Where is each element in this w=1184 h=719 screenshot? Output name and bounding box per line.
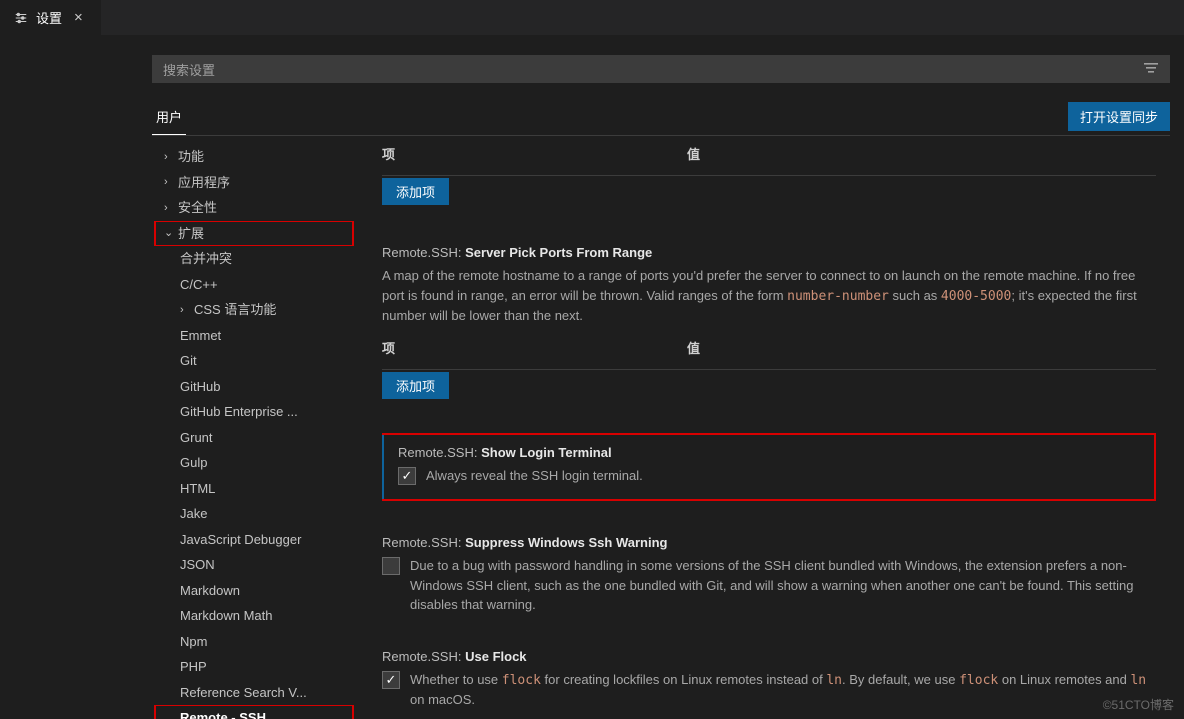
- watermark: ©51CTO博客: [1103, 696, 1174, 713]
- tree-item-npm[interactable]: Npm: [152, 629, 362, 655]
- tree-item-applications[interactable]: ›应用程序: [152, 170, 362, 196]
- divider: [382, 369, 1156, 370]
- filter-icon[interactable]: [1143, 61, 1159, 77]
- checkbox-checked[interactable]: ✓: [398, 467, 416, 485]
- scope-tabs: 用户: [152, 101, 202, 135]
- settings-tree: ›功能 ›应用程序 ›安全性 ⌄扩展 合并冲突 C/C++ ›CSS 语言功能 …: [152, 142, 362, 719]
- setting-title: Remote.SSH: Use Flock: [382, 649, 1156, 664]
- tab-settings[interactable]: 设置 ×: [0, 0, 101, 35]
- tree-item-features[interactable]: ›功能: [152, 144, 362, 170]
- checkbox-unchecked[interactable]: ✓: [382, 557, 400, 575]
- setting-show-login-terminal: Remote.SSH: Show Login Terminal ✓ Always…: [382, 433, 1156, 502]
- tab-title: 设置: [36, 8, 62, 27]
- tree-item-gulp[interactable]: Gulp: [152, 450, 362, 476]
- chevron-down-icon: ⌄: [164, 225, 178, 242]
- setting-checkbox-row: ✓ Always reveal the SSH login terminal.: [398, 466, 1140, 486]
- close-icon[interactable]: ×: [70, 7, 87, 28]
- kv-table-header: 项 值: [382, 142, 1156, 169]
- search-input[interactable]: 搜索设置: [152, 55, 1170, 83]
- chevron-right-icon: ›: [164, 200, 178, 217]
- tree-item-json[interactable]: JSON: [152, 552, 362, 578]
- tree-item-grunt[interactable]: Grunt: [152, 425, 362, 451]
- tree-item-merge-conflict[interactable]: 合并冲突: [152, 246, 362, 272]
- setting-checkbox-row: ✓ Whether to use flock for creating lock…: [382, 670, 1156, 710]
- setting-title: Remote.SSH: Server Pick Ports From Range: [382, 245, 1156, 260]
- setting-title: Remote.SSH: Show Login Terminal: [398, 445, 1140, 460]
- setting-use-flock: Remote.SSH: Use Flock ✓ Whether to use f…: [382, 649, 1156, 710]
- chevron-right-icon: ›: [164, 174, 178, 191]
- kv-col-value: 值: [687, 338, 1156, 357]
- tree-item-security[interactable]: ›安全性: [152, 195, 362, 221]
- chevron-right-icon: ›: [180, 302, 194, 319]
- tree-item-github-enterprise[interactable]: GitHub Enterprise ...: [152, 399, 362, 425]
- tree-item-css[interactable]: ›CSS 语言功能: [152, 297, 362, 323]
- tree-item-remote-ssh[interactable]: Remote - SSH: [152, 705, 362, 719]
- search-placeholder: 搜索设置: [163, 60, 215, 79]
- kv-col-item: 项: [382, 338, 687, 357]
- chevron-right-icon: ›: [164, 149, 178, 166]
- scope-tab-user[interactable]: 用户: [152, 101, 186, 135]
- settings-editor: 搜索设置 用户 打开设置同步 ›功能 ›应用程序 ›安全性 ⌄扩展 合并冲突 C…: [0, 35, 1184, 719]
- tree-item-js-debugger[interactable]: JavaScript Debugger: [152, 527, 362, 553]
- setting-checkbox-row: ✓ Due to a bug with password handling in…: [382, 556, 1156, 615]
- kv-col-item: 项: [382, 144, 687, 163]
- setting-server-pick-ports: Remote.SSH: Server Pick Ports From Range…: [382, 245, 1156, 405]
- divider: [382, 175, 1156, 176]
- tree-item-jake[interactable]: Jake: [152, 501, 362, 527]
- tree-item-extensions[interactable]: ⌄扩展: [152, 221, 362, 247]
- tree-item-emmet[interactable]: Emmet: [152, 323, 362, 349]
- add-item-button[interactable]: 添加项: [382, 372, 449, 399]
- kv-col-value: 值: [687, 144, 1156, 163]
- setting-description: Due to a bug with password handling in s…: [410, 556, 1156, 615]
- kv-table-header: 项 值: [382, 336, 1156, 363]
- settings-icon: [14, 11, 28, 25]
- tree-item-git[interactable]: Git: [152, 348, 362, 374]
- tree-item-markdown[interactable]: Markdown: [152, 578, 362, 604]
- tab-bar: 设置 ×: [0, 0, 1184, 35]
- add-item-button[interactable]: 添加项: [382, 178, 449, 205]
- checkbox-checked[interactable]: ✓: [382, 671, 400, 689]
- tree-item-reference-search[interactable]: Reference Search V...: [152, 680, 362, 706]
- tree-item-markdown-math[interactable]: Markdown Math: [152, 603, 362, 629]
- setting-description: Whether to use flock for creating lockfi…: [410, 670, 1156, 710]
- open-settings-sync-button[interactable]: 打开设置同步: [1068, 102, 1170, 131]
- tree-item-github[interactable]: GitHub: [152, 374, 362, 400]
- setting-suppress-windows-ssh-warning: Remote.SSH: Suppress Windows Ssh Warning…: [382, 535, 1156, 615]
- setting-title: Remote.SSH: Suppress Windows Ssh Warning: [382, 535, 1156, 550]
- settings-content: ›功能 ›应用程序 ›安全性 ⌄扩展 合并冲突 C/C++ ›CSS 语言功能 …: [152, 142, 1170, 719]
- setting-description: Always reveal the SSH login terminal.: [426, 466, 643, 486]
- tree-item-html[interactable]: HTML: [152, 476, 362, 502]
- tree-item-ccpp[interactable]: C/C++: [152, 272, 362, 298]
- tree-item-php[interactable]: PHP: [152, 654, 362, 680]
- settings-list: 项 值 添加项 Remote.SSH: Server Pick Ports Fr…: [362, 142, 1170, 719]
- settings-header: 用户 打开设置同步: [152, 101, 1170, 136]
- setting-description: A map of the remote hostname to a range …: [382, 266, 1156, 326]
